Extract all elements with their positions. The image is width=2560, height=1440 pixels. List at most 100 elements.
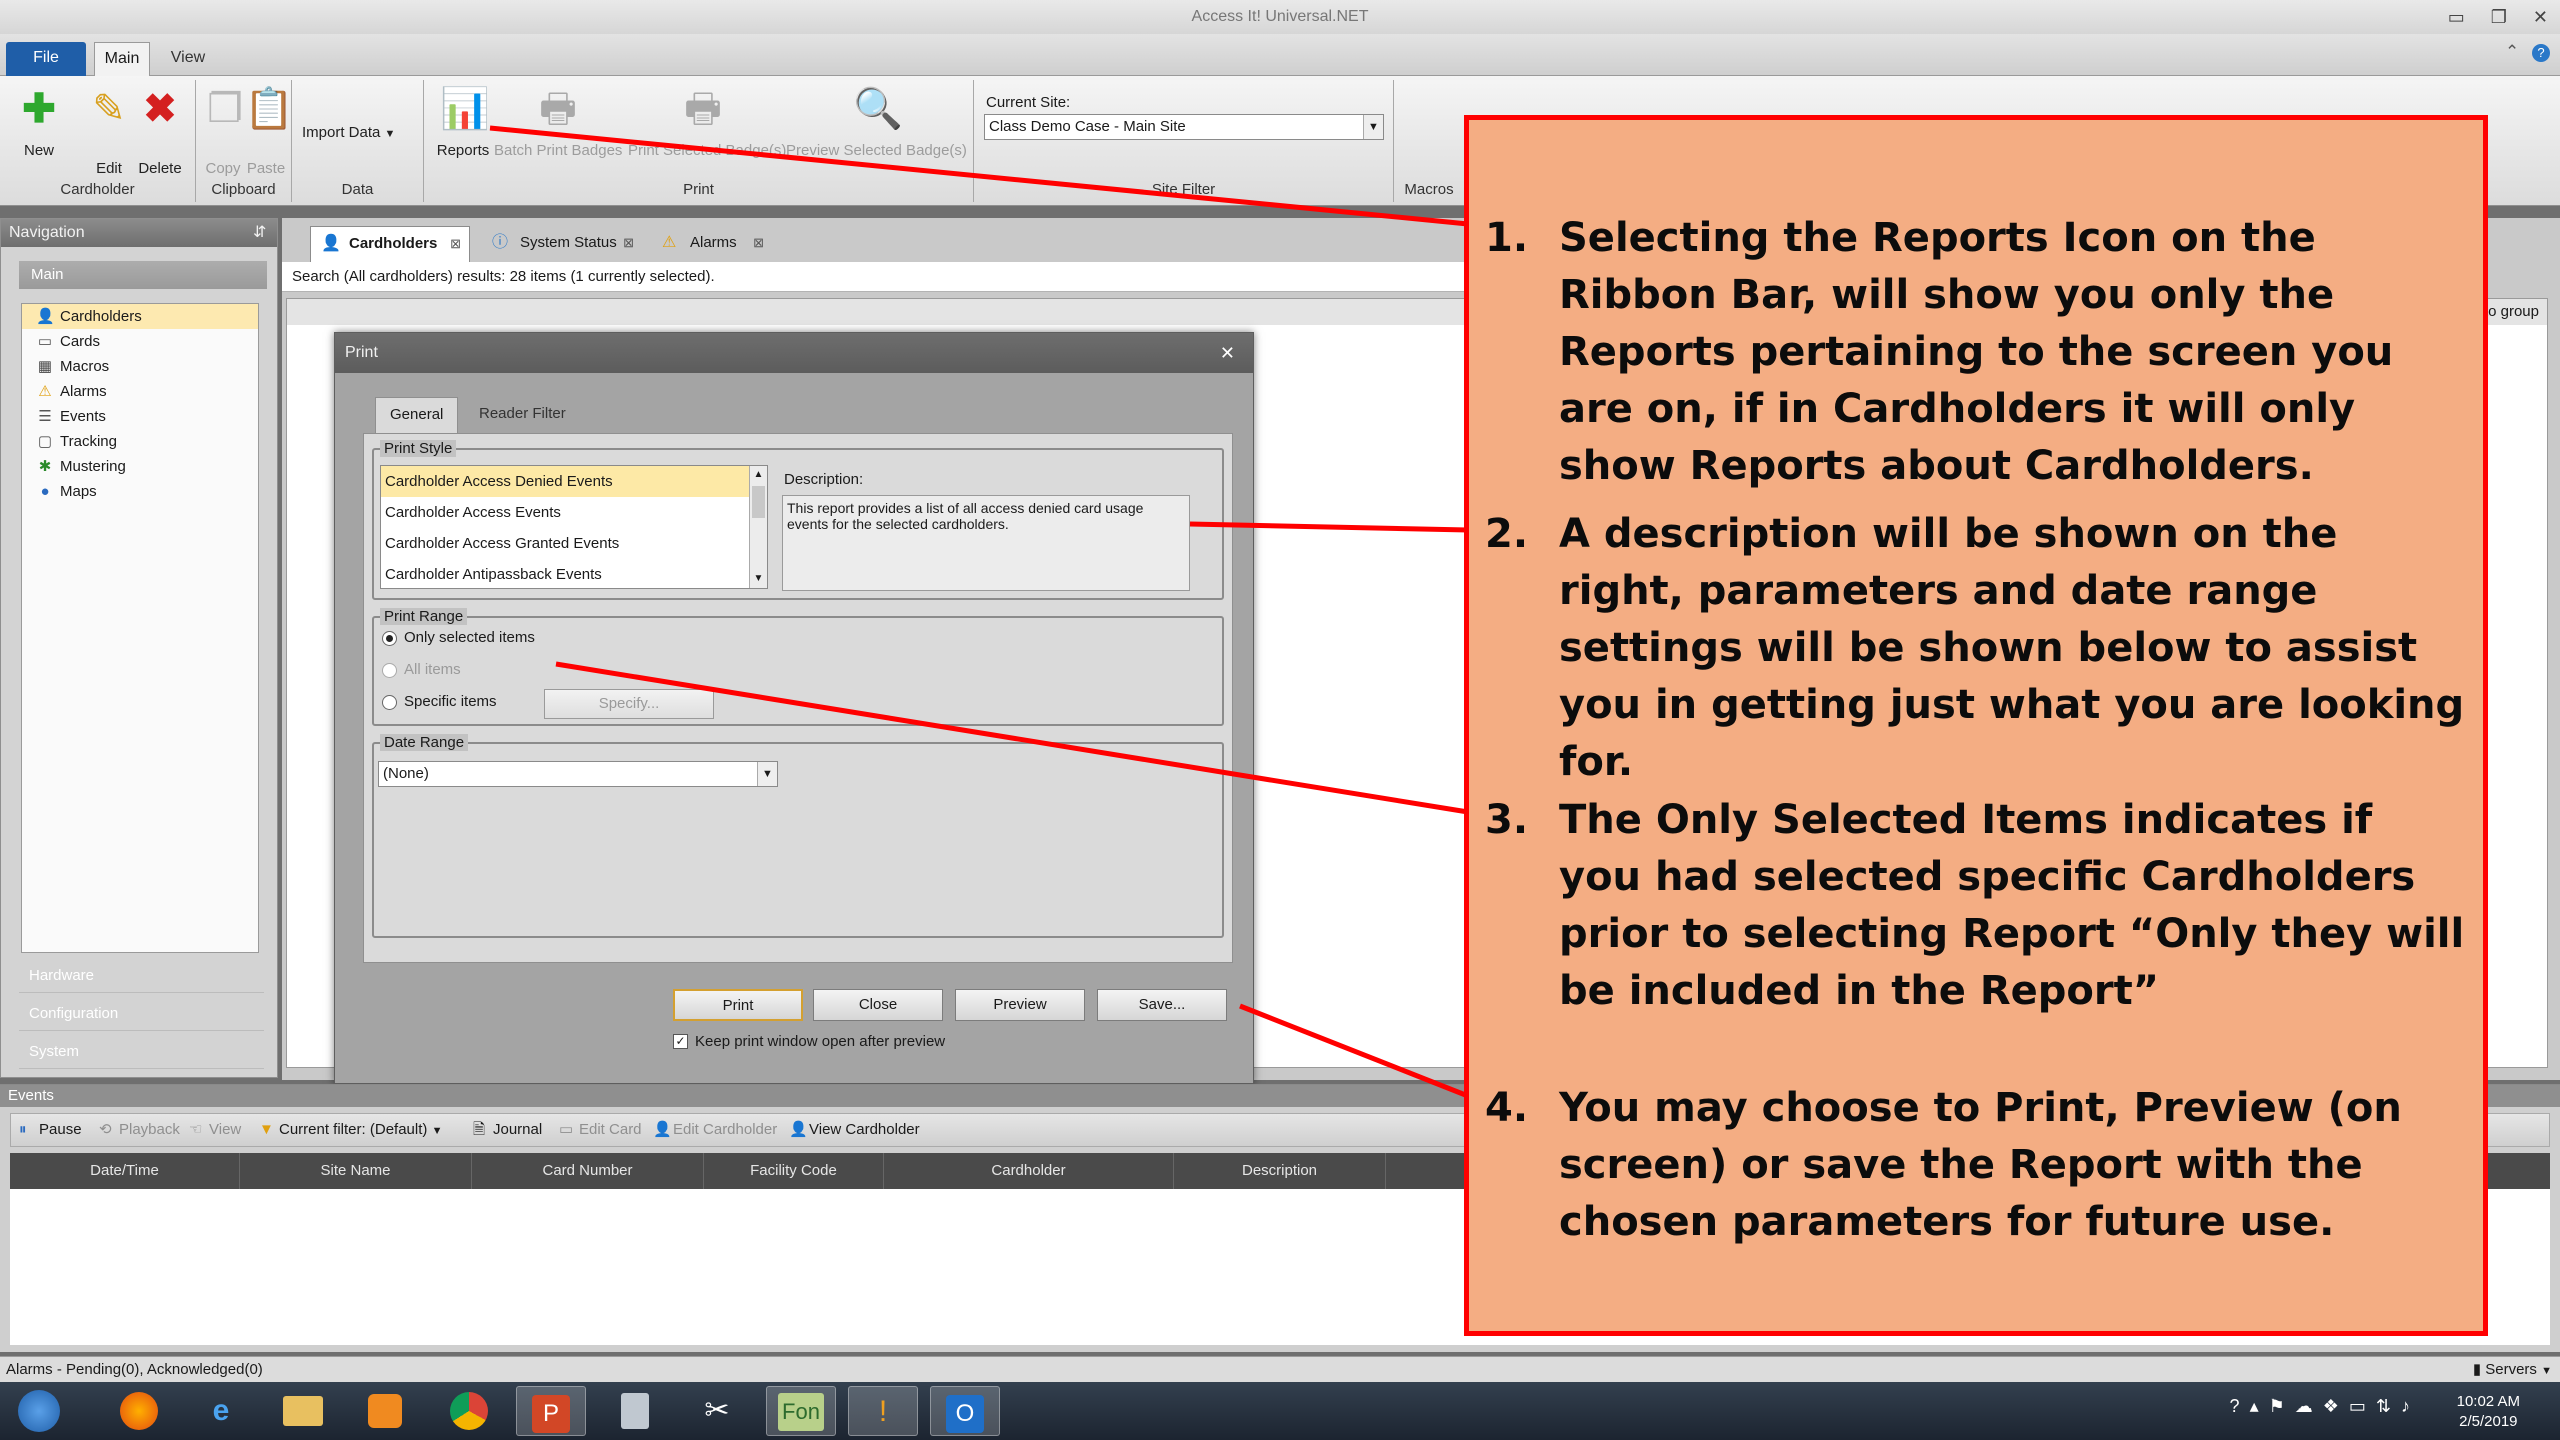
column-header[interactable]: Site Name (240, 1153, 472, 1189)
chevron-down-icon[interactable]: ▼ (1363, 115, 1383, 139)
ie-icon[interactable]: e (186, 1386, 256, 1436)
new-button[interactable]: ✚ New (10, 86, 68, 159)
close-icon[interactable]: ✕ (1220, 333, 1235, 373)
tab-view[interactable]: View (160, 42, 216, 76)
date-range-select[interactable]: (None) ▼ (378, 761, 778, 787)
current-site-select[interactable]: Class Demo Case - Main Site ▼ (984, 114, 1384, 140)
all-items-radio[interactable]: All items (382, 661, 461, 678)
list-item[interactable]: Cardholder Access Granted Events (381, 528, 767, 559)
close-tab-icon[interactable]: ⊠ (753, 226, 764, 260)
snipping-icon[interactable]: ✂ (682, 1386, 752, 1436)
minimize-icon[interactable]: ▭ (2448, 7, 2465, 27)
close-icon[interactable]: ✕ (2533, 7, 2548, 27)
tab-alarms[interactable]: ⚠ Alarms ⊠ (652, 226, 772, 262)
delete-button[interactable]: ✖ Delete (132, 86, 188, 177)
edit-card-button[interactable]: ▭ Edit Card (557, 1114, 642, 1146)
print-button[interactable]: Print (673, 989, 803, 1021)
pin-icon[interactable]: ⇵ (253, 219, 266, 247)
help-icon[interactable]: ? (2230, 1396, 2250, 1416)
explorer-icon[interactable] (268, 1386, 338, 1436)
servers-button[interactable]: ▮ Servers ▼ (2453, 1357, 2552, 1384)
cloud-icon[interactable]: ☁ (2295, 1396, 2323, 1416)
print-style-scrollbar[interactable]: ▲ ▼ (749, 466, 767, 588)
firefox-icon[interactable] (104, 1386, 174, 1436)
tray-arrow-icon[interactable]: ▴ (2250, 1396, 2269, 1416)
pause-button[interactable]: ⏸ Pause (17, 1114, 82, 1146)
sidebar-item-macros[interactable]: ▦ Macros (22, 354, 258, 379)
sidebar-item-cards[interactable]: ▭ Cards (22, 329, 258, 354)
navigation-main-section[interactable]: Main (19, 261, 267, 289)
display-icon[interactable]: ▭ (2349, 1396, 2376, 1416)
media-icon[interactable] (350, 1386, 420, 1436)
batch-print-badges-button[interactable]: 🖶 Batch Print Badges (494, 86, 622, 159)
tab-cardholders[interactable]: 👤 Cardholders ⊠ (310, 226, 470, 262)
tab-main[interactable]: Main (94, 42, 150, 76)
only-selected-radio[interactable]: Only selected items (382, 629, 535, 646)
help-icon[interactable]: ? (2532, 44, 2550, 62)
calculator-icon[interactable] (600, 1386, 670, 1436)
chrome-icon[interactable] (434, 1386, 504, 1436)
group-label-cardholder: Cardholder (60, 181, 135, 198)
paste-icon: 📋 (244, 87, 294, 131)
edit-cardholder-button[interactable]: 👤 Edit Cardholder (651, 1114, 777, 1146)
current-filter-dropdown[interactable]: ▼ Current filter: (Default) ▼ (257, 1114, 442, 1146)
collapse-ribbon-icon[interactable]: ⌃ (2505, 42, 2519, 61)
feedback-icon[interactable]: ! (848, 1386, 918, 1436)
paste-button[interactable]: 📋 Paste (244, 86, 294, 177)
view-button[interactable]: ☜ View (187, 1114, 241, 1146)
sidebar-item-maps[interactable]: ● Maps (22, 479, 258, 504)
specify-button[interactable]: Specify... (544, 689, 714, 719)
copy-button[interactable]: ❐ Copy (202, 86, 244, 177)
scroll-down-icon[interactable]: ▼ (750, 570, 767, 588)
preview-selected-badges-button[interactable]: 🔍 Preview Selected Badge(s) (786, 86, 967, 159)
tab-system-status[interactable]: ⓘ System Status ⊠ (482, 226, 642, 262)
network-icon[interactable]: ⇅ (2376, 1396, 2401, 1416)
sidebar-section-system[interactable]: System (19, 1035, 264, 1069)
print-selected-badges-button[interactable]: 🖶 Print Selected Badge(s) (628, 86, 786, 159)
print-style-list[interactable]: Cardholder Access Denied Events Cardhold… (380, 465, 768, 589)
close-tab-icon[interactable]: ⊠ (623, 226, 634, 260)
dropbox-icon[interactable]: ❖ (2323, 1396, 2349, 1416)
clock[interactable]: 10:02 AM 2/5/2019 (2457, 1392, 2520, 1432)
close-tab-icon[interactable]: ⊠ (450, 227, 461, 261)
close-button[interactable]: Close (813, 989, 943, 1021)
fon-icon[interactable]: Fon (766, 1386, 836, 1436)
specific-items-radio[interactable]: Specific items (382, 693, 497, 710)
scroll-up-icon[interactable]: ▲ (750, 466, 767, 484)
column-header[interactable]: Date/Time (10, 1153, 240, 1189)
preview-button[interactable]: Preview (955, 989, 1085, 1021)
column-header[interactable]: Cardholder (884, 1153, 1174, 1189)
sidebar-item-alarms[interactable]: ⚠ Alarms (22, 379, 258, 404)
scroll-thumb[interactable] (752, 486, 765, 518)
sidebar-item-events[interactable]: ☰ Events (22, 404, 258, 429)
chevron-down-icon[interactable]: ▼ (757, 762, 777, 786)
sidebar-section-hardware[interactable]: Hardware (19, 959, 264, 993)
tab-file[interactable]: File (6, 42, 86, 76)
save-button[interactable]: Save... (1097, 989, 1227, 1021)
view-cardholder-button[interactable]: 👤 View Cardholder (787, 1114, 920, 1146)
sidebar-item-tracking[interactable]: ▢ Tracking (22, 429, 258, 454)
powerpoint-icon[interactable]: P (516, 1386, 586, 1436)
list-item[interactable]: Cardholder Access Events (381, 497, 767, 528)
outlook-icon[interactable]: O (930, 1386, 1000, 1436)
list-item[interactable]: Cardholder Access Denied Events (381, 466, 767, 497)
windows-start-icon[interactable] (4, 1386, 74, 1436)
flag-icon[interactable]: ⚑ (2269, 1396, 2295, 1416)
sidebar-item-mustering[interactable]: ✱ Mustering (22, 454, 258, 479)
column-header[interactable]: Description (1174, 1153, 1386, 1189)
sidebar-section-configuration[interactable]: Configuration (19, 997, 264, 1031)
journal-button[interactable]: 🗎 Journal (471, 1114, 542, 1146)
import-data-button[interactable]: Import Data ▼ (302, 124, 422, 141)
edit-button[interactable]: ✎ Edit (84, 86, 134, 177)
reports-button[interactable]: 📊 Reports (432, 86, 494, 159)
playback-button[interactable]: ⟲ Playback (97, 1114, 180, 1146)
volume-icon[interactable]: ♪ (2401, 1396, 2420, 1416)
column-header[interactable]: Facility Code (704, 1153, 884, 1189)
keep-open-checkbox[interactable]: ✓ Keep print window open after preview (673, 1033, 945, 1050)
tab-general[interactable]: General (375, 397, 459, 433)
sidebar-item-cardholders[interactable]: 👤 Cardholders (22, 304, 258, 329)
tab-reader-filter[interactable]: Reader Filter (465, 397, 580, 433)
restore-icon[interactable]: ❐ (2491, 7, 2507, 27)
list-item[interactable]: Cardholder Antipassback Events (381, 559, 767, 590)
column-header[interactable]: Card Number (472, 1153, 704, 1189)
